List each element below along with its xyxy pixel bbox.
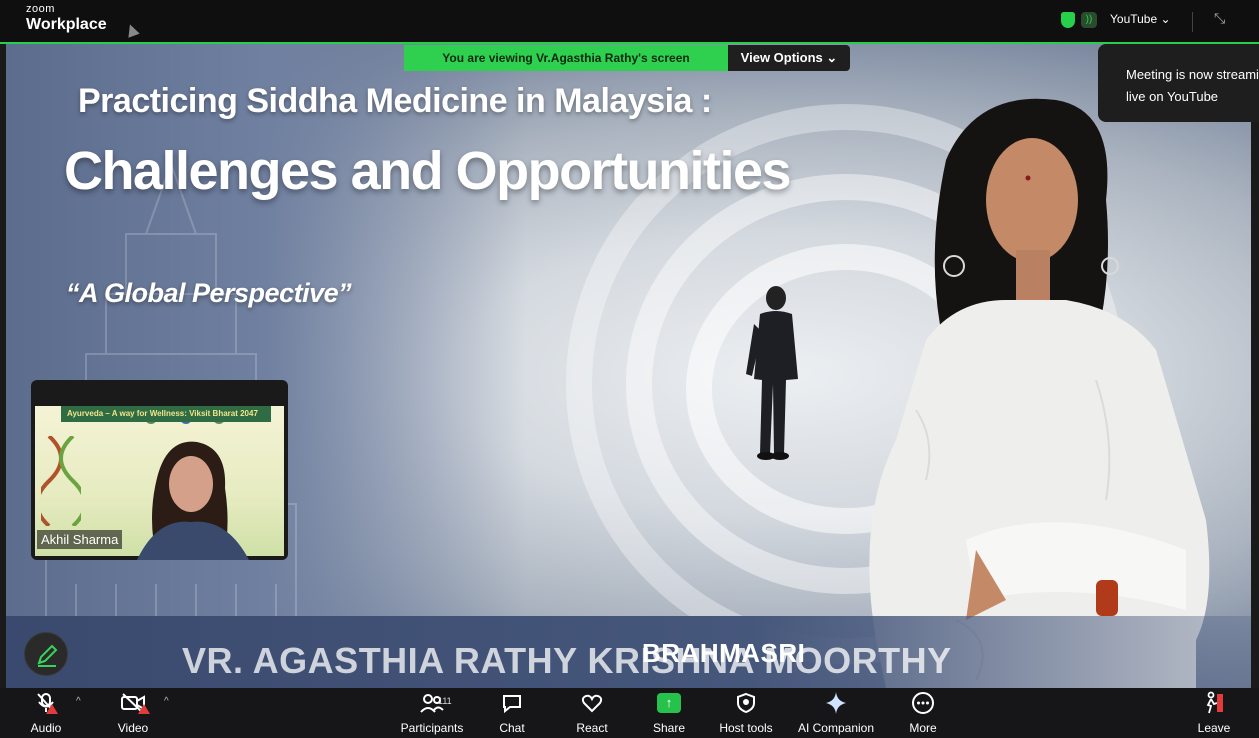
app-logo: zoom Workplace xyxy=(26,4,107,33)
video-button[interactable]: Video xyxy=(108,688,158,738)
view-options-label: View Options xyxy=(740,50,823,65)
slide-subtitle: “A Global Perspective” xyxy=(66,278,352,308)
audio-options-chevron-icon[interactable]: ^ xyxy=(76,696,81,707)
video-label: Video xyxy=(117,721,149,735)
chevron-down-icon: ⌄ xyxy=(1160,12,1171,26)
security-shield-icon[interactable] xyxy=(1061,12,1075,28)
minimize-icon[interactable]: ⤡ xyxy=(1214,10,1225,27)
participant-video-thumbnail[interactable]: Ayurveda – A way for Wellness: Viksit Bh… xyxy=(31,380,288,560)
annotate-pen-button[interactable] xyxy=(24,632,68,676)
cursor-icon xyxy=(124,22,140,38)
leave-button[interactable]: Leave xyxy=(1196,688,1232,738)
chat-icon xyxy=(494,688,530,718)
brand-large: Workplace xyxy=(26,16,107,33)
top-bar: zoom Workplace )) YouTube ⌄ ⤡ xyxy=(0,0,1259,44)
chat-label: Chat xyxy=(499,721,525,735)
leave-icon xyxy=(1196,688,1232,718)
notification-line1: Meeting is now streami xyxy=(1126,67,1259,82)
ai-companion-button[interactable]: AI Companion xyxy=(794,688,878,738)
presenter-figure xyxy=(869,98,1210,688)
businessman-figure xyxy=(746,286,798,460)
ai-companion-label: AI Companion xyxy=(797,721,875,735)
react-label: React xyxy=(576,721,608,735)
participants-icon xyxy=(398,688,466,718)
chevron-down-icon: ⌄ xyxy=(826,50,838,65)
host-tools-button[interactable]: Host tools xyxy=(716,688,776,738)
meeting-toolbar: Audio ^ Video ^ 111 Participants Chat Re… xyxy=(0,688,1259,738)
participants-count: 111 xyxy=(438,696,452,706)
audio-warning-icon xyxy=(46,704,58,714)
pen-icon xyxy=(37,644,58,667)
viewing-screen-banner: You are viewing Vr.Agasthia Rathy's scre… xyxy=(404,45,728,71)
divider xyxy=(1192,12,1193,32)
ellipsis-icon xyxy=(904,688,942,718)
participants-label: Participants xyxy=(400,721,464,735)
zoom-meeting-window: zoom Workplace )) YouTube ⌄ ⤡ Practicing… xyxy=(0,0,1259,738)
dna-icon xyxy=(41,436,81,526)
shared-screen: Practicing Siddha Medicine in Malaysia :… xyxy=(6,44,1251,688)
chat-button[interactable]: Chat xyxy=(494,688,530,738)
share-button[interactable]: ↑ Share xyxy=(650,688,688,738)
video-warning-icon xyxy=(138,704,150,714)
youtube-label: YouTube xyxy=(1110,12,1158,26)
audio-label: Audio xyxy=(30,721,62,735)
more-button[interactable]: More xyxy=(904,688,942,738)
speaker-full-name: VR. AGASTHIA RATHY KRISHNA MOORTHY xyxy=(182,640,952,681)
heart-icon xyxy=(574,688,610,718)
share-arrow-icon: ↑ xyxy=(657,693,681,713)
sparkle-icon xyxy=(794,688,878,718)
video-options-chevron-icon[interactable]: ^ xyxy=(164,696,169,707)
more-label: More xyxy=(909,721,937,735)
react-button[interactable]: React xyxy=(574,688,610,738)
view-options-button[interactable]: View Options ⌄ xyxy=(728,45,850,71)
leave-label: Leave xyxy=(1197,721,1231,735)
slide-title-line2: Challenges and Opportunities xyxy=(64,141,792,201)
host-tools-label: Host tools xyxy=(719,721,773,735)
slide-title-line1: Practicing Siddha Medicine in Malaysia : xyxy=(78,82,712,120)
streaming-notification: Meeting is now streami live on YouTube xyxy=(1098,44,1259,122)
thumbnail-slide-banner: Ayurveda – A way for Wellness: Viksit Bh… xyxy=(61,406,271,422)
youtube-stream-button[interactable]: YouTube ⌄ xyxy=(1110,12,1171,26)
stream-icon[interactable]: )) xyxy=(1081,12,1097,28)
video-off-icon xyxy=(108,688,158,718)
participant-name-label: Akhil Sharma xyxy=(37,530,123,549)
share-label: Share xyxy=(652,721,686,735)
participants-button[interactable]: 111 Participants xyxy=(398,688,466,738)
audio-button[interactable]: Audio xyxy=(22,688,70,738)
participant-person xyxy=(137,441,249,560)
notification-line2: live on YouTube xyxy=(1126,89,1219,104)
shield-icon xyxy=(716,688,776,718)
brand-small: zoom xyxy=(26,3,55,15)
